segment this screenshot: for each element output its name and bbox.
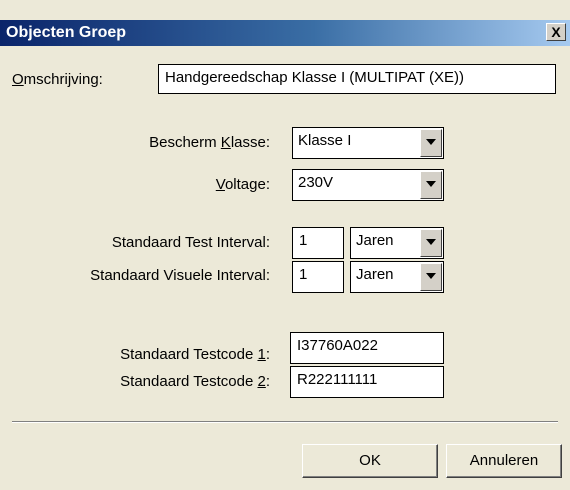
voltage-label: Voltage:	[215, 176, 270, 193]
visuele-interval-label: Standaard Visuele Interval:	[90, 267, 270, 284]
voltage-select[interactable]: 230V	[292, 169, 444, 201]
testcode-2-input[interactable]: R222111111	[290, 366, 444, 398]
dropdown-arrow-button[interactable]	[420, 263, 442, 291]
visuele-interval-input[interactable]: 1	[292, 261, 344, 293]
voltage-value: 230V	[298, 174, 334, 191]
close-button[interactable]: X	[546, 23, 566, 41]
test-interval-unit-value: Jaren	[356, 232, 394, 249]
separator-line	[12, 421, 558, 423]
test-interval-input[interactable]: 1	[292, 227, 344, 259]
dropdown-arrow-button[interactable]	[420, 229, 442, 257]
testcode-1-label: Standaard Testcode 1:	[120, 346, 270, 363]
chevron-down-icon	[426, 181, 436, 187]
test-interval-unit-select[interactable]: Jaren	[350, 227, 444, 259]
dialog-window: Objecten Groep X Omschrijving: Handgeree…	[0, 0, 570, 490]
bescherm-klasse-label: Bescherm Klasse:	[149, 134, 270, 151]
omschrijving-label: Omschrijving:	[12, 71, 103, 88]
bescherm-klasse-select[interactable]: Klasse I	[292, 127, 444, 159]
ok-button[interactable]: OK	[302, 444, 438, 478]
visuele-interval-unit-select[interactable]: Jaren	[350, 261, 444, 293]
chevron-down-icon	[426, 273, 436, 279]
title-bar[interactable]: Objecten Groep X	[0, 20, 570, 46]
cancel-button[interactable]: Annuleren	[446, 444, 562, 478]
testcode-1-input[interactable]: I37760A022	[290, 332, 444, 364]
bescherm-klasse-value: Klasse I	[298, 132, 352, 149]
omschrijving-input[interactable]: Handgereedschap Klasse I (MULTIPAT (XE))	[158, 64, 556, 94]
test-interval-label: Standaard Test Interval:	[111, 234, 270, 251]
chevron-down-icon	[426, 239, 436, 245]
chevron-down-icon	[426, 139, 436, 145]
dropdown-arrow-button[interactable]	[420, 171, 442, 199]
visuele-interval-unit-value: Jaren	[356, 266, 394, 283]
testcode-2-label: Standaard Testcode 2:	[120, 373, 270, 390]
close-icon: X	[551, 24, 561, 40]
dropdown-arrow-button[interactable]	[420, 129, 442, 157]
window-title: Objecten Groep	[6, 24, 127, 41]
